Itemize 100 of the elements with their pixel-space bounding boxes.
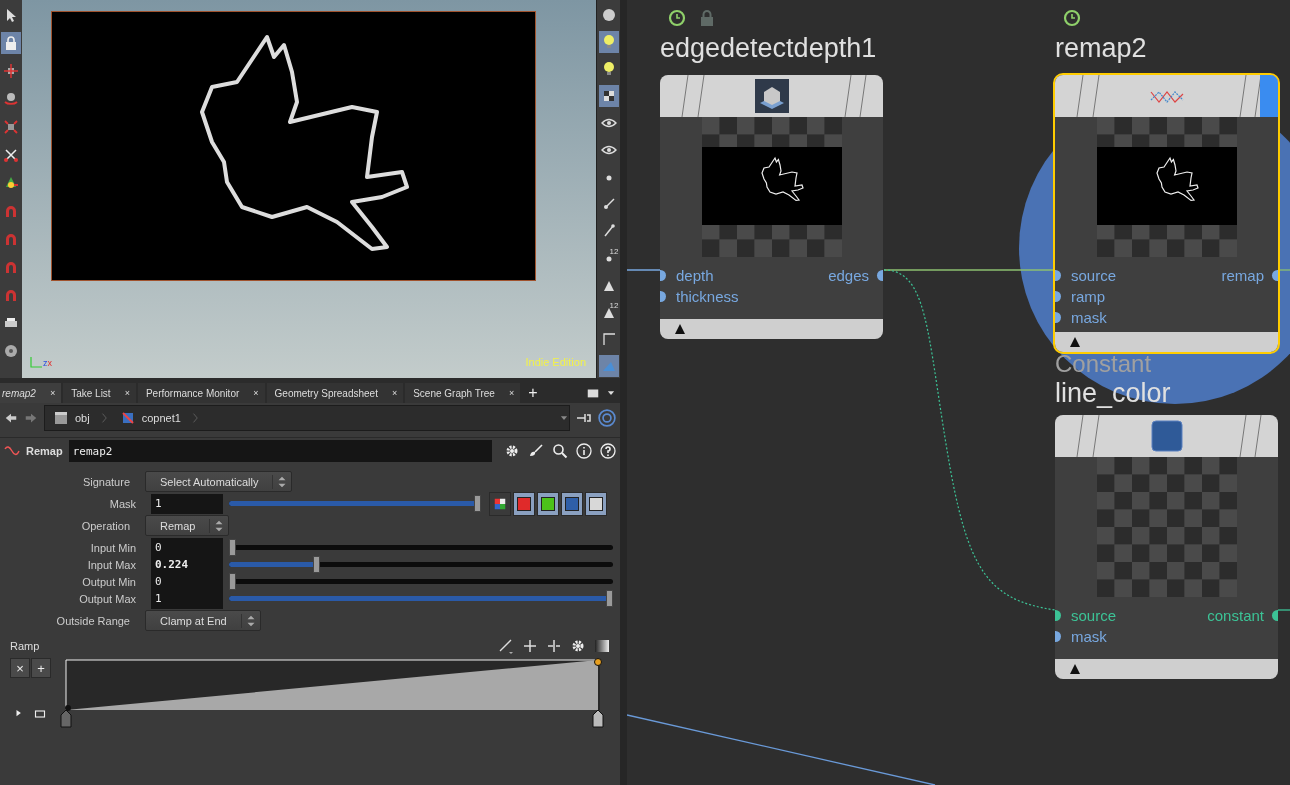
path-segment[interactable]: copnet1	[115, 410, 185, 426]
info-icon[interactable]	[576, 443, 592, 459]
ramp-curve-editor[interactable]	[60, 656, 606, 728]
axis-label: x	[47, 358, 52, 368]
port-label[interactable]: source	[1055, 605, 1127, 626]
line-interpolation-icon[interactable]	[498, 638, 514, 654]
wire[interactable]	[1277, 269, 1290, 271]
pane-tab[interactable]: Geometry Spreadsheet ×	[266, 383, 404, 403]
close-tab-button[interactable]: ×	[124, 388, 130, 398]
parameter-label: Ramp	[10, 640, 40, 652]
tool-button[interactable]	[598, 85, 619, 107]
value-field[interactable]: 0	[151, 537, 223, 558]
collapse-triangle-icon[interactable]	[674, 323, 686, 335]
close-tab-button[interactable]: ×	[253, 388, 259, 398]
dropdown-menu[interactable]: Remap	[145, 515, 230, 536]
pane-tab[interactable]: Performance Monitor ×	[137, 383, 265, 403]
node-title: edgedetectdepth1	[660, 33, 877, 64]
slider[interactable]	[229, 495, 481, 512]
slider[interactable]	[229, 539, 613, 556]
port-label[interactable]: thickness	[660, 286, 749, 307]
collapse-triangle-icon[interactable]	[1069, 336, 1081, 348]
collapse-triangle-icon[interactable]	[1069, 663, 1081, 675]
help-icon[interactable]	[600, 443, 616, 459]
clock-icon[interactable]	[668, 9, 686, 27]
slider[interactable]	[229, 590, 613, 607]
viewport[interactable]: zx Indie Edition	[22, 0, 596, 378]
slider[interactable]	[229, 556, 613, 573]
add-tab-button[interactable]: +	[522, 383, 544, 403]
channel-toggle[interactable]	[513, 491, 535, 516]
slider-thumb[interactable]	[606, 590, 613, 607]
gear-icon[interactable]	[504, 443, 520, 459]
slider-thumb[interactable]	[474, 495, 481, 512]
film-reel-icon	[3, 343, 19, 359]
node-card[interactable]: depth thickness edges	[660, 75, 883, 339]
port-label[interactable]: remap	[1211, 265, 1278, 286]
parameter-label: Signature	[81, 475, 131, 488]
move-icon	[3, 63, 19, 79]
lock-icon	[3, 35, 19, 51]
magnet-icon	[3, 231, 19, 247]
pose-icon	[3, 175, 19, 191]
slider-thumb[interactable]	[229, 539, 236, 556]
channel-toggle[interactable]	[561, 491, 583, 516]
search-icon[interactable]	[552, 443, 568, 459]
back-arrow-icon[interactable]	[4, 411, 18, 425]
curve-icon	[600, 331, 617, 347]
loop-icon[interactable]	[34, 708, 46, 720]
scale-icon	[3, 119, 19, 135]
tool-button[interactable]	[598, 31, 619, 53]
parameter-label: Mask	[108, 497, 137, 510]
node-card[interactable]: source mask constant	[1055, 415, 1278, 679]
channel-toggle[interactable]	[585, 491, 607, 516]
target-icon[interactable]	[598, 409, 616, 427]
close-tab-button[interactable]: ×	[508, 388, 515, 398]
network-cube-icon	[119, 410, 136, 426]
node-name-field[interactable]: remap2	[68, 440, 492, 462]
slider[interactable]	[229, 573, 613, 590]
axis-gizmo-icon	[30, 356, 43, 368]
node-title: remap2	[1055, 33, 1147, 64]
dropdown-menu[interactable]: Select Automatically	[145, 471, 293, 492]
port-label[interactable]: source	[1055, 265, 1127, 286]
tool-button[interactable]: 12	[598, 301, 619, 323]
remove-point-button[interactable]: ×	[10, 658, 30, 678]
dropdown-menu[interactable]: Clamp at End	[145, 610, 261, 631]
port-label[interactable]: mask	[1055, 626, 1127, 647]
pane-tab[interactable]: Scene Graph Tree ×	[405, 383, 521, 403]
slider-thumb[interactable]	[313, 556, 321, 573]
gear-icon[interactable]	[570, 638, 586, 654]
magnet-icon	[3, 259, 19, 275]
parameter-label: Operation	[80, 519, 131, 532]
clapboard-icon	[53, 410, 69, 426]
color-swatch-icon	[1150, 420, 1183, 452]
handle-icon	[3, 147, 19, 163]
gradient-icon[interactable]	[594, 638, 610, 654]
close-tab-button[interactable]: ×	[49, 388, 56, 398]
pane-tab[interactable]: Take List ×	[63, 383, 136, 403]
close-tab-button[interactable]: ×	[391, 388, 398, 398]
node-card[interactable]: source ramp mask remap	[1055, 75, 1278, 352]
color-channels-icon	[493, 496, 507, 511]
channel-picker-button[interactable]	[489, 491, 511, 516]
move-cross-icon[interactable]	[546, 638, 562, 654]
channel-toggle[interactable]	[537, 491, 559, 516]
port-label[interactable]: edges	[818, 265, 883, 286]
port-label[interactable]: constant	[1197, 605, 1278, 626]
port-label[interactable]: depth	[660, 265, 749, 286]
parameter-label: Input Max	[86, 558, 137, 571]
port-label[interactable]: mask	[1055, 307, 1127, 328]
move-cross-icon[interactable]	[522, 638, 538, 654]
forward-arrow-icon[interactable]	[24, 411, 38, 425]
tool-button[interactable]: 12	[598, 247, 619, 269]
path-segment[interactable]: obj	[49, 410, 94, 426]
add-point-button[interactable]: +	[31, 658, 51, 678]
sphere-icon	[600, 7, 617, 23]
lock-icon[interactable]	[698, 9, 716, 27]
value-field[interactable]: 1	[151, 493, 223, 514]
clock-icon[interactable]	[1063, 9, 1081, 27]
brush-icon[interactable]	[528, 443, 544, 459]
port-label[interactable]: ramp	[1055, 286, 1127, 307]
wire[interactable]	[883, 269, 1056, 611]
slider-thumb[interactable]	[229, 573, 236, 590]
pane-tab[interactable]: remap2 ×	[0, 383, 62, 403]
